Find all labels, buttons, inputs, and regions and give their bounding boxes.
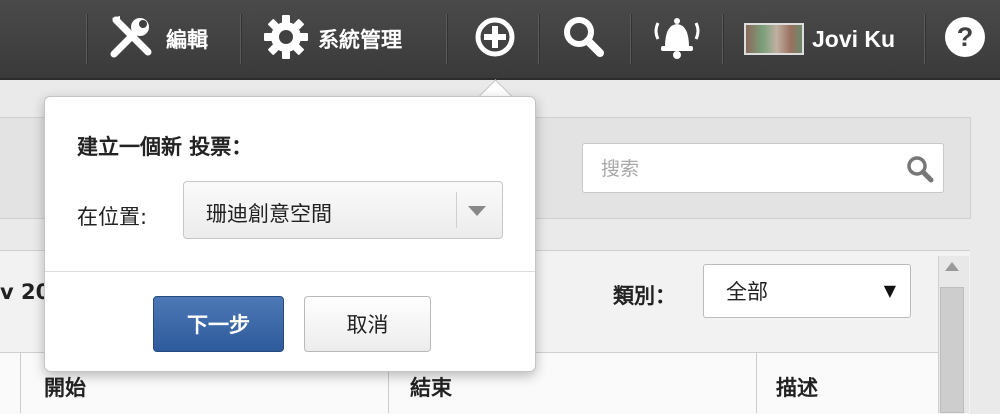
search-button[interactable]: [560, 0, 608, 78]
separator: [924, 14, 926, 64]
location-select[interactable]: 珊迪創意空間: [183, 181, 503, 239]
search-input[interactable]: [583, 144, 923, 194]
separator: [538, 14, 540, 64]
search-field[interactable]: [582, 143, 944, 194]
svg-text:?: ?: [957, 22, 974, 52]
dropdown-arrow-icon: ▼: [883, 281, 896, 300]
separator: [240, 14, 242, 64]
bell-icon: [650, 11, 704, 67]
top-navigation-bar: 編輯 系統管理 Jovi Ku ?: [0, 0, 1000, 80]
column-divider: [20, 352, 21, 413]
edit-menu-button[interactable]: 編輯: [108, 0, 208, 78]
add-button[interactable]: [472, 0, 518, 78]
location-label: 在位置:: [77, 205, 148, 229]
category-value: 全部: [726, 280, 768, 304]
user-menu-button[interactable]: Jovi Ku: [744, 0, 895, 78]
column-header-end[interactable]: 結束: [410, 372, 452, 402]
help-icon: ?: [942, 14, 988, 64]
scrollbar-thumb[interactable]: [940, 287, 964, 413]
cancel-button[interactable]: 取消: [304, 296, 431, 352]
create-poll-popover: 建立一個新 投票： 在位置: 珊迪創意空間 下一步 取消: [44, 96, 536, 372]
next-button[interactable]: 下一步: [153, 296, 284, 352]
search-icon: [560, 13, 608, 65]
separator: [86, 14, 88, 64]
admin-menu-button[interactable]: 系統管理: [262, 0, 402, 78]
popover-divider: [45, 271, 535, 272]
chevron-down-icon: [468, 206, 486, 216]
popover-title: 建立一個新 投票：: [77, 135, 253, 159]
category-select[interactable]: 全部 ▼: [703, 264, 911, 318]
tools-icon: [108, 14, 158, 64]
edit-label: 編輯: [166, 28, 208, 52]
separator: [722, 14, 724, 64]
gear-icon: [262, 13, 310, 65]
select-divider: [456, 192, 457, 228]
search-icon[interactable]: [905, 154, 935, 188]
add-circle-icon: [472, 14, 518, 64]
column-header-start[interactable]: 開始: [44, 372, 86, 402]
list-title: v 20: [0, 280, 51, 304]
admin-label: 系統管理: [318, 28, 402, 52]
notifications-button[interactable]: [650, 0, 704, 78]
user-name: Jovi Ku: [812, 25, 896, 52]
separator: [446, 14, 448, 64]
scroll-up-icon[interactable]: [945, 262, 959, 271]
column-divider: [756, 352, 757, 413]
help-button[interactable]: ?: [942, 0, 988, 78]
separator: [630, 14, 632, 64]
column-header-description[interactable]: 描述: [776, 372, 818, 402]
category-label: 類別：: [613, 284, 676, 308]
avatar: [744, 23, 804, 55]
location-value: 珊迪創意空間: [206, 202, 332, 226]
